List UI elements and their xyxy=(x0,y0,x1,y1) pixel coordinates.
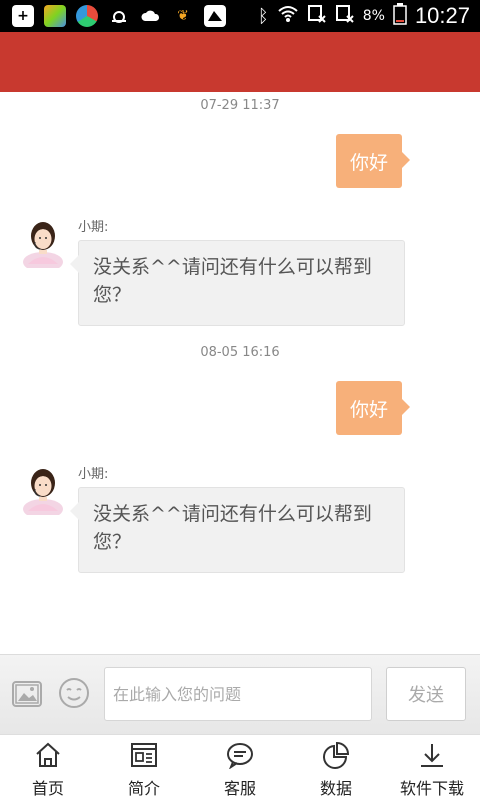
nav-label-service: 客服 xyxy=(223,779,256,798)
message-timestamp: 07-29 11:37 xyxy=(200,98,280,113)
intro-icon xyxy=(130,741,158,769)
nav-label-intro: 简介 xyxy=(127,779,160,798)
incoming-message[interactable]: 没关系^^请问还有什么可以帮到您？ xyxy=(70,240,405,326)
app-store-icon xyxy=(44,5,66,27)
pie-chart-icon xyxy=(322,741,350,769)
chat-area[interactable]: 07-29 11:37 你好 小期: 没关系^^请问还有什么可以帮到您？ 08-… xyxy=(0,92,480,654)
nav-item-service[interactable]: 客服 xyxy=(192,735,288,800)
clock: 10:27 xyxy=(414,3,470,28)
chat-icon xyxy=(226,741,254,770)
message-input-bar: 发送 xyxy=(0,654,480,734)
nav-label-home: 首页 xyxy=(31,779,64,798)
agent-avatar xyxy=(20,463,66,519)
uc-browser-icon: ❦ xyxy=(177,8,189,24)
no-signal-sim1-icon xyxy=(307,4,327,28)
emoji-icon[interactable] xyxy=(58,677,90,709)
nav-item-home[interactable]: 首页 xyxy=(0,735,96,800)
incoming-message[interactable]: 没关系^^请问还有什么可以帮到您？ xyxy=(70,487,405,573)
nav-label-data: 数据 xyxy=(319,779,352,798)
wifi-icon xyxy=(277,4,299,28)
bluetooth-icon: ᛒ xyxy=(257,5,269,27)
bottom-nav: 首页 简介 客服 数据 软件下载 xyxy=(0,734,480,800)
status-bar: + ❦ ᛒ 8% 10:27 xyxy=(0,0,480,32)
message-input[interactable] xyxy=(104,667,372,721)
add-notification-icon: + xyxy=(12,5,34,27)
send-button[interactable]: 发送 xyxy=(386,667,466,721)
screenshot-icon xyxy=(204,5,226,27)
download-icon xyxy=(418,741,446,769)
no-signal-sim2-icon xyxy=(335,4,355,28)
battery-percent: 8% xyxy=(362,8,385,24)
nav-item-download[interactable]: 软件下载 xyxy=(384,735,480,800)
weather-sun-icon xyxy=(108,5,130,27)
sender-name: 小期: xyxy=(78,220,109,235)
browser-icon xyxy=(76,5,98,27)
app-header xyxy=(0,32,480,92)
cloud-icon xyxy=(140,5,162,27)
nav-label-download: 软件下载 xyxy=(399,779,464,798)
sender-name: 小期: xyxy=(78,467,109,482)
outgoing-message[interactable]: 你好 xyxy=(336,381,410,435)
nav-item-data[interactable]: 数据 xyxy=(288,735,384,800)
home-icon xyxy=(34,741,62,769)
message-timestamp: 08-05 16:16 xyxy=(200,345,280,360)
outgoing-message[interactable]: 你好 xyxy=(336,134,410,188)
agent-avatar xyxy=(20,216,66,272)
image-icon[interactable] xyxy=(12,679,44,709)
nav-item-intro[interactable]: 简介 xyxy=(96,735,192,800)
battery-icon xyxy=(393,3,407,29)
